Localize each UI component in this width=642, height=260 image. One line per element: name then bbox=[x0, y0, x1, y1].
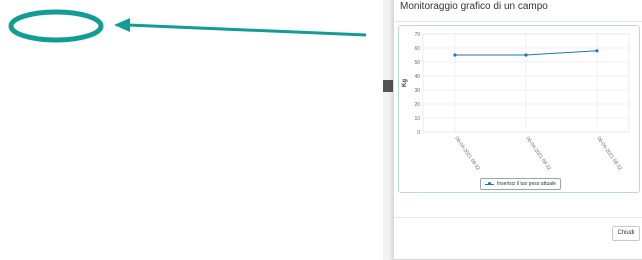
footer-divider bbox=[394, 217, 642, 218]
y-axis-label: Kg bbox=[402, 79, 408, 87]
modal-title: Monitoraggio grafico di un campo bbox=[400, 1, 548, 12]
x-tick-label: 06-04-2021 09:32 bbox=[524, 136, 552, 172]
y-tick-label: 10 bbox=[414, 116, 420, 122]
y-tick-label: 20 bbox=[414, 102, 420, 108]
y-tick-label: 50 bbox=[414, 60, 420, 66]
pointer-arrow-line bbox=[127, 23, 367, 37]
chart-container: 0 10 20 30 40 50 60 70 06-04-2021 09:32 06-04-202… bbox=[398, 25, 640, 193]
y-tick-label: 60 bbox=[414, 46, 420, 52]
header-divider bbox=[394, 21, 642, 22]
legend-label: Inserisci il tuo peso attuale bbox=[497, 181, 556, 187]
close-button[interactable]: Chiudi bbox=[612, 226, 640, 241]
data-point bbox=[595, 49, 599, 53]
highlight-ellipse bbox=[8, 9, 104, 43]
x-tick-label: 06-04-2021 09:32 bbox=[595, 136, 623, 172]
line-chart: 0 10 20 30 40 50 60 70 06-04-2021 09:32 06-04-202… bbox=[402, 32, 630, 172]
y-tick-label: 30 bbox=[414, 88, 420, 94]
y-tick-label: 0 bbox=[417, 130, 420, 136]
chart-modal: Monitoraggio grafico di un campo 0 10 20 30… bbox=[393, 0, 642, 260]
chart-legend[interactable]: Inserisci il tuo peso attuale bbox=[480, 178, 561, 190]
y-tick-label: 40 bbox=[414, 74, 420, 80]
pointer-arrow-head bbox=[114, 18, 130, 32]
x-tick-label: 06-04-2021 09:32 bbox=[453, 136, 481, 172]
y-tick-label: 70 bbox=[414, 32, 420, 38]
data-point bbox=[453, 53, 457, 57]
legend-line-marker bbox=[485, 182, 494, 186]
data-point bbox=[524, 53, 528, 57]
